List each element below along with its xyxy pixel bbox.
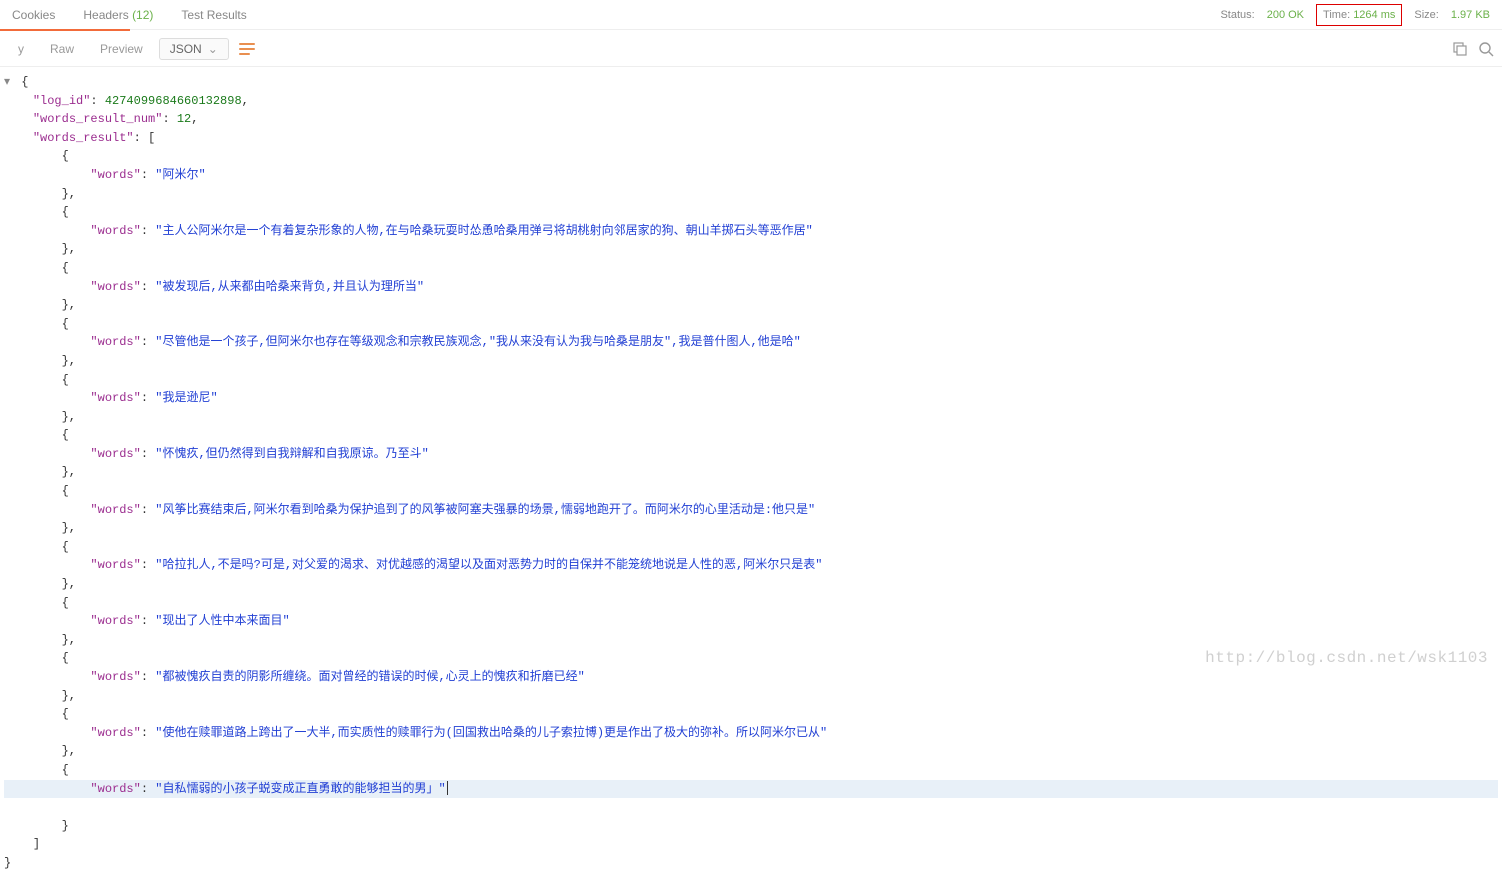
wrap-lines-icon[interactable] bbox=[235, 37, 261, 61]
response-body-json[interactable]: ▾ { "log_id": 4274099684660132898, "word… bbox=[0, 67, 1502, 883]
search-icon[interactable] bbox=[1478, 41, 1494, 57]
tab-headers-count: (12) bbox=[132, 8, 153, 22]
time-value: 1264 ms bbox=[1353, 9, 1395, 21]
response-toolbar: y Raw Preview JSON ⌄ bbox=[0, 31, 1502, 67]
toolbar-left: y Raw Preview JSON ⌄ bbox=[8, 37, 261, 61]
watermark: http://blog.csdn.net/wsk1103 bbox=[1205, 649, 1488, 667]
size-label: Size: bbox=[1414, 9, 1438, 21]
body-type-dropdown[interactable]: JSON ⌄ bbox=[159, 38, 229, 60]
time-box: Time: 1264 ms bbox=[1316, 4, 1402, 26]
tool-preview[interactable]: Preview bbox=[90, 38, 153, 60]
toolbar-right bbox=[1452, 41, 1494, 57]
wrap-svg bbox=[239, 41, 257, 57]
body-type-label: JSON bbox=[170, 42, 202, 56]
tab-test-results[interactable]: Test Results bbox=[181, 8, 246, 22]
tool-raw[interactable]: Raw bbox=[40, 38, 84, 60]
status-label: Status: bbox=[1220, 9, 1254, 21]
tab-headers[interactable]: Headers (12) bbox=[83, 8, 153, 22]
copy-icon[interactable] bbox=[1452, 41, 1468, 57]
tabs-left: Cookies Headers (12) Test Results bbox=[12, 8, 247, 22]
chevron-down-icon: ⌄ bbox=[208, 42, 218, 56]
response-tabs-row: Cookies Headers (12) Test Results Status… bbox=[0, 0, 1502, 30]
time-label: Time: bbox=[1323, 9, 1350, 21]
size-value: 1.97 KB bbox=[1451, 9, 1490, 21]
status-value: 200 OK bbox=[1267, 9, 1304, 21]
tab-headers-label: Headers bbox=[83, 8, 128, 22]
tab-cookies[interactable]: Cookies bbox=[12, 8, 55, 22]
status-bar: Status: 200 OK Time: 1264 ms Size: 1.97 … bbox=[1220, 4, 1490, 26]
tool-pretty-cut[interactable]: y bbox=[8, 38, 34, 60]
